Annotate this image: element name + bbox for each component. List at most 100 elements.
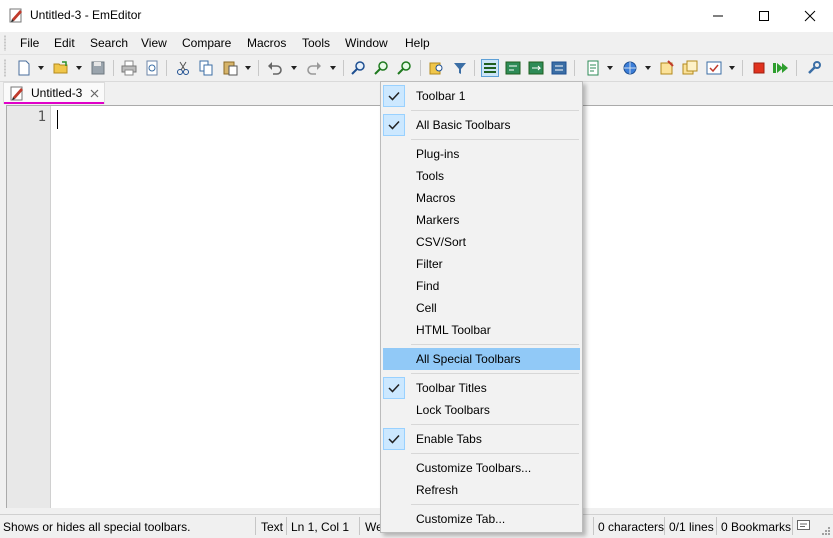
menu-item-label: Lock Toolbars bbox=[416, 403, 490, 417]
print-preview-icon bbox=[146, 60, 158, 76]
find-button[interactable] bbox=[350, 59, 368, 77]
menu-window[interactable]: Window bbox=[344, 36, 389, 50]
redo-dropdown[interactable] bbox=[330, 66, 336, 70]
menu-item-filter[interactable]: Filter bbox=[383, 253, 580, 275]
menu-item-csv-sort[interactable]: CSV/Sort bbox=[383, 231, 580, 253]
menu-help[interactable]: Help bbox=[404, 36, 431, 50]
undo-button[interactable] bbox=[266, 59, 284, 77]
checkmark-icon bbox=[383, 377, 405, 399]
menu-item-label: HTML Toolbar bbox=[416, 323, 491, 337]
menu-macros[interactable]: Macros bbox=[246, 36, 287, 50]
stop-recording-button[interactable] bbox=[750, 59, 768, 77]
new-file-button[interactable] bbox=[15, 59, 33, 77]
undo-dropdown[interactable] bbox=[291, 66, 297, 70]
filter-button[interactable] bbox=[451, 59, 469, 77]
open-file-button[interactable] bbox=[52, 59, 70, 77]
save-button[interactable] bbox=[89, 59, 107, 77]
encoding-dropdown[interactable] bbox=[645, 66, 651, 70]
status-characters[interactable]: 0 characters bbox=[598, 520, 664, 534]
print-preview-button[interactable] bbox=[143, 59, 161, 77]
redo-button[interactable] bbox=[305, 59, 323, 77]
line-number-gutter[interactable]: 1 bbox=[7, 106, 51, 508]
menu-item-toolbar-titles[interactable]: Toolbar Titles bbox=[383, 377, 580, 399]
customize-button[interactable] bbox=[705, 59, 723, 77]
tab-untitled-3[interactable]: Untitled-3 bbox=[3, 82, 105, 104]
menu-item-label: Markers bbox=[416, 213, 460, 227]
menu-item-customize-toolbars[interactable]: Customize Toolbars... bbox=[383, 457, 580, 479]
menu-search[interactable]: Search bbox=[89, 36, 129, 50]
menu-file[interactable]: File bbox=[19, 36, 40, 50]
open-file-dropdown[interactable] bbox=[76, 66, 82, 70]
document-icon bbox=[10, 86, 23, 101]
toolbar-separator bbox=[420, 60, 421, 76]
new-file-dropdown[interactable] bbox=[38, 66, 44, 70]
toolbar-grip[interactable] bbox=[4, 59, 6, 77]
menu-item-customize-tab[interactable]: Customize Tab... bbox=[383, 508, 580, 530]
word-wrap-none-button[interactable] bbox=[481, 59, 499, 77]
save-icon bbox=[91, 61, 105, 75]
minimize-button[interactable] bbox=[695, 0, 741, 32]
menu-edit[interactable]: Edit bbox=[53, 36, 76, 50]
find-previous-button[interactable] bbox=[396, 59, 414, 77]
wrap-by-chars-button[interactable] bbox=[504, 59, 522, 77]
all-properties-button[interactable] bbox=[681, 59, 699, 77]
globe-icon bbox=[623, 61, 637, 75]
find-next-button[interactable] bbox=[373, 59, 391, 77]
menu-item-lock-toolbars[interactable]: Lock Toolbars bbox=[383, 399, 580, 421]
cut-button[interactable] bbox=[174, 59, 192, 77]
menu-tools[interactable]: Tools bbox=[301, 36, 331, 50]
toolbar-separator bbox=[166, 60, 167, 76]
tab-label: Untitled-3 bbox=[31, 86, 83, 100]
checkmark-icon bbox=[383, 85, 405, 107]
menu-item-macros[interactable]: Macros bbox=[383, 187, 580, 209]
print-button[interactable] bbox=[120, 59, 138, 77]
copy-button[interactable] bbox=[197, 59, 215, 77]
menu-item-enable-tabs[interactable]: Enable Tabs bbox=[383, 428, 580, 450]
customize-dropdown[interactable] bbox=[729, 66, 735, 70]
menu-item-all-basic-toolbars[interactable]: All Basic Toolbars bbox=[383, 114, 580, 136]
plugin-button[interactable] bbox=[805, 59, 823, 77]
menu-item-html-toolbar[interactable]: HTML Toolbar bbox=[383, 319, 580, 341]
maximize-button[interactable] bbox=[741, 0, 787, 32]
notification-icon[interactable] bbox=[797, 520, 810, 532]
toolbar-separator bbox=[742, 60, 743, 76]
wrap-by-window-button[interactable] bbox=[527, 59, 545, 77]
menu-item-all-special-toolbars[interactable]: All Special Toolbars bbox=[383, 348, 580, 370]
status-mode[interactable]: Text bbox=[261, 520, 283, 534]
wrap-none-icon bbox=[484, 63, 496, 73]
resize-grip-icon[interactable] bbox=[820, 525, 831, 536]
status-lines[interactable]: 0/1 lines bbox=[669, 520, 714, 534]
menu-item-tools[interactable]: Tools bbox=[383, 165, 580, 187]
print-icon bbox=[121, 60, 137, 76]
menu-item-cell[interactable]: Cell bbox=[383, 297, 580, 319]
close-button[interactable] bbox=[787, 0, 833, 32]
menu-item-markers[interactable]: Markers bbox=[383, 209, 580, 231]
menu-separator bbox=[411, 139, 579, 140]
menu-item-label: Plug-ins bbox=[416, 147, 460, 161]
toolbar-separator bbox=[474, 60, 475, 76]
menu-separator bbox=[411, 344, 579, 345]
menubar-grip[interactable] bbox=[4, 35, 6, 51]
status-position[interactable]: Ln 1, Col 1 bbox=[291, 520, 349, 534]
run-macro-button[interactable] bbox=[772, 59, 790, 77]
menu-item-refresh[interactable]: Refresh bbox=[383, 479, 580, 501]
menu-item-find[interactable]: Find bbox=[383, 275, 580, 297]
find-in-files-button[interactable] bbox=[428, 59, 446, 77]
menu-item-toolbar-1[interactable]: Toolbar 1 bbox=[383, 85, 580, 107]
app-icon[interactable] bbox=[8, 7, 24, 23]
configuration-button[interactable] bbox=[584, 59, 602, 77]
wrap-chars-icon bbox=[505, 61, 521, 75]
wrap-by-page-button[interactable] bbox=[550, 59, 568, 77]
status-bookmarks[interactable]: 0 Bookmarks bbox=[721, 520, 791, 534]
encoding-button[interactable] bbox=[621, 59, 639, 77]
menu-view[interactable]: View bbox=[140, 36, 168, 50]
menu-item-label: Find bbox=[416, 279, 440, 293]
close-tab-icon[interactable] bbox=[90, 89, 99, 98]
menu-separator bbox=[411, 373, 579, 374]
paste-button[interactable] bbox=[221, 59, 239, 77]
paste-dropdown[interactable] bbox=[245, 66, 251, 70]
menu-item-plug-ins[interactable]: Plug-ins bbox=[383, 143, 580, 165]
configuration-dropdown[interactable] bbox=[607, 66, 613, 70]
properties-button[interactable] bbox=[658, 59, 676, 77]
menu-compare[interactable]: Compare bbox=[181, 36, 232, 50]
